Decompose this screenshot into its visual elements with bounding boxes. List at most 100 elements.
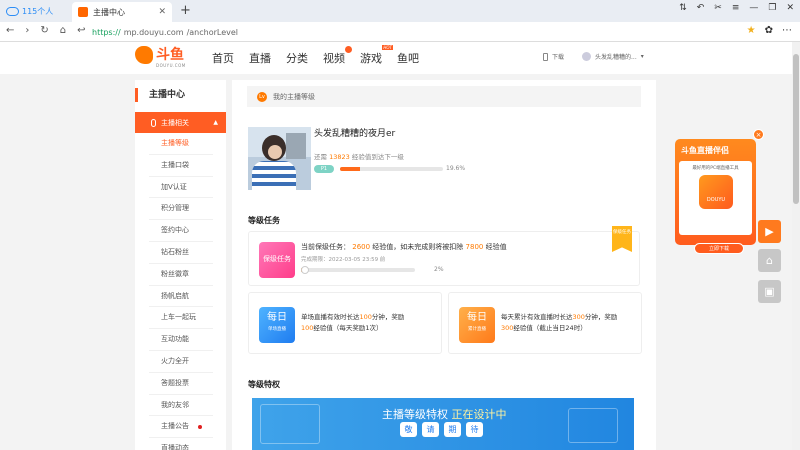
daily-single-text: 单场直播有效时长达100分钟，奖励 100经验值（每天奖励1次）	[301, 312, 437, 334]
notification-badge	[345, 46, 352, 53]
daily-total-v2: 300	[501, 324, 514, 333]
daily-single-v2: 100	[301, 324, 314, 333]
exp-needed-value: 13823	[329, 153, 350, 161]
sidebar: 主播中心 主播相关 ▲ 主播等级 主播口袋 加V认证 积分管理 签约中心 钻石粉…	[135, 80, 226, 450]
url-field[interactable]: https://mp.douyu.com/anchorLevel	[92, 25, 712, 39]
side-home-button[interactable]: ⌂	[758, 249, 781, 272]
side-shop-button[interactable]: ▣	[758, 280, 781, 303]
scissors-icon[interactable]: ✂	[714, 3, 722, 13]
photo-building	[286, 133, 306, 159]
daily-single-t1: 单场直播有效时长达	[301, 313, 360, 321]
nav-live[interactable]: 直播	[249, 50, 271, 66]
restore-icon[interactable]: ❐	[768, 3, 776, 13]
banner-chips: 敬 请 期 待	[400, 422, 483, 437]
level-icon: Lv	[257, 91, 267, 102]
live-play-button[interactable]: ▶	[758, 220, 781, 243]
nav-category[interactable]: 分类	[286, 50, 308, 66]
back-icon[interactable]: ←	[6, 25, 14, 36]
protect-task-tail: 经验值	[485, 243, 507, 251]
sidebar-item-diamond-fans[interactable]: 钻石粉丝	[149, 242, 213, 264]
banner-title-main: 主播等级特权	[382, 408, 448, 421]
bookmark-star-icon[interactable]: ★	[747, 25, 756, 36]
undo-close-icon[interactable]: ↩	[77, 25, 85, 36]
promo-title: 斗鱼直播伴侣	[681, 146, 729, 155]
daily-total-v1: 300	[572, 313, 585, 321]
user-dropdown-icon[interactable]: ▾	[641, 53, 644, 60]
forward-icon[interactable]: ›	[25, 25, 29, 36]
menu-icon[interactable]: ≡	[732, 3, 740, 13]
sidebar-item-anchor-pocket[interactable]: 主播口袋	[149, 155, 213, 177]
nav-game[interactable]: 游戏 HOT	[360, 45, 393, 66]
page-scrollbar[interactable]	[792, 42, 800, 450]
sidebar-item-neighbors[interactable]: 我的友邻	[149, 395, 213, 417]
daily-total-icon: 每日 累计直播	[459, 307, 495, 343]
download-link[interactable]: 下载	[552, 52, 564, 61]
sidebar-item-v-verify[interactable]: 加V认证	[149, 177, 213, 199]
sidebar-item-set-sail[interactable]: 扬帆启航	[149, 286, 213, 308]
douyu-favicon-icon	[78, 7, 88, 17]
sidebar-item-full-fire[interactable]: 火力全开	[149, 351, 213, 373]
daily-total-task-card: 每日 累计直播 每天累计有效直播时长达300分钟，奖励 300经验值（截止当日24…	[448, 292, 642, 354]
protect-task-progress-label: 2%	[434, 266, 444, 273]
sort-icon[interactable]: ⇅	[679, 3, 687, 13]
banner-decoration-left	[260, 404, 320, 444]
live-companion-promo[interactable]: 斗鱼直播伴侣 最好用的PC端直播工具 DOUYU 立即下载	[675, 139, 756, 254]
protect-task-progress-bar	[301, 268, 415, 272]
level-section-title: 我的主播等级	[273, 92, 315, 101]
scrollbar-thumb[interactable]	[793, 54, 799, 204]
protect-task-label: 当前保级任务：	[301, 243, 350, 251]
sidebar-item-fan-badge[interactable]: 粉丝徽章	[149, 264, 213, 286]
minimize-icon[interactable]: —	[749, 3, 758, 13]
exp-progress-fill	[340, 167, 361, 171]
banner-chip: 敬	[400, 422, 417, 437]
protect-task-text: 当前保级任务： 2600 经验值，如未完成则将被扣除 7800 经验值	[301, 242, 507, 252]
banner-chip: 请	[422, 422, 439, 437]
level-badge: P1	[314, 165, 334, 173]
shop-icon: ▣	[764, 285, 775, 298]
protect-task-progress-knob	[301, 266, 309, 274]
nav-home[interactable]: 首页	[212, 50, 234, 66]
daily-total-t1: 每天累计有效直播时长达	[501, 313, 573, 321]
nav-video[interactable]: 视频	[323, 46, 352, 66]
address-bar: ← › ↻ ⌂ ↩ https://mp.douyu.com/anchorLev…	[0, 22, 800, 42]
sidebar-item-quiz-vote[interactable]: 答题投票	[149, 373, 213, 395]
tab-115[interactable]: 115个人	[6, 3, 53, 20]
privileges-heading: 等级特权	[248, 380, 280, 389]
close-window-icon[interactable]: ✕	[786, 3, 794, 13]
more-icon[interactable]: ⋯	[782, 25, 792, 36]
daily-single-icon: 每日 单场直播	[259, 307, 295, 343]
user-avatar[interactable]	[582, 52, 592, 61]
anchor-username: 头发乱糟糟的夜月er	[314, 129, 396, 139]
sidebar-item-interaction[interactable]: 互动功能	[149, 329, 213, 351]
tab-anchor-center[interactable]: 主播中心 ✕	[72, 2, 172, 22]
new-tab-button[interactable]: +	[180, 3, 191, 18]
nav-fishbar[interactable]: 鱼吧	[397, 50, 419, 66]
user-name[interactable]: 头发乱糟糟的...	[595, 52, 637, 61]
sidebar-item-live-feed[interactable]: 直播动态	[149, 438, 213, 450]
promo-close-icon[interactable]: ×	[753, 129, 764, 140]
sidebar-list: 主播等级 主播口袋 加V认证 积分管理 签约中心 钻石粉丝 粉丝徽章 扬帆启航 …	[149, 133, 213, 450]
sidebar-group-anchor[interactable]: 主播相关 ▲	[135, 112, 226, 133]
fish-logo-icon	[135, 46, 153, 64]
undo-icon[interactable]: ↶	[697, 3, 705, 13]
close-tab-icon[interactable]: ✕	[158, 7, 166, 17]
promo-download-button[interactable]: 立即下载	[694, 243, 744, 254]
header-right: 下载 头发乱糟糟的... ▾	[543, 52, 644, 61]
home-outline-icon: ⌂	[766, 254, 773, 267]
douyu-logo[interactable]: 斗鱼 DOUYU.COM	[135, 46, 185, 68]
sidebar-item-anchor-level[interactable]: 主播等级	[149, 133, 213, 155]
extension-icon[interactable]: ✿	[765, 25, 773, 36]
refresh-icon[interactable]: ↻	[40, 25, 48, 36]
banner-title: 主播等级特权 正在设计中	[382, 406, 507, 422]
url-host: mp.douyu.com	[123, 27, 184, 37]
banner-title-highlight: 正在设计中	[451, 408, 507, 421]
banner-chip: 待	[466, 422, 483, 437]
sidebar-item-contract[interactable]: 签约中心	[149, 220, 213, 242]
banner-chip: 期	[444, 422, 461, 437]
daily-single-v1: 100	[359, 313, 372, 321]
sidebar-item-points[interactable]: 积分管理	[149, 198, 213, 221]
protect-task-penalty: 7800	[465, 243, 484, 251]
sidebar-item-play-together[interactable]: 上车一起玩	[149, 307, 213, 330]
sidebar-item-announcement[interactable]: 主播公告	[149, 416, 213, 439]
home-icon[interactable]: ⌂	[60, 25, 66, 36]
